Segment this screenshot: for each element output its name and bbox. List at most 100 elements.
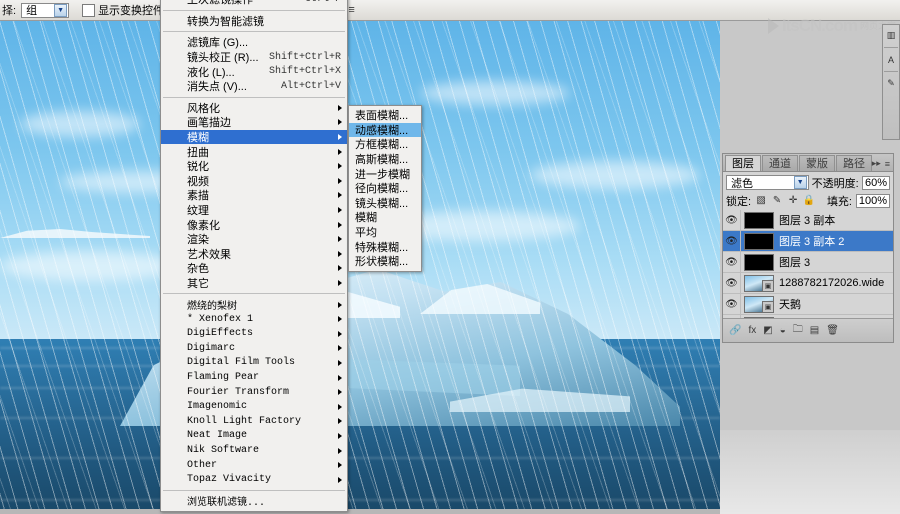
brush-preset-icon[interactable]: ✎ bbox=[884, 76, 899, 91]
menu-item-noise[interactable]: 杂色 bbox=[161, 261, 347, 276]
tab-masks[interactable]: 蒙版 bbox=[799, 155, 835, 171]
submenu-item-surface-blur[interactable]: 表面模糊... bbox=[349, 108, 421, 123]
menu-item-plugin-other[interactable]: Other bbox=[161, 458, 347, 473]
menu-item-plugin-knoll-light-factory[interactable]: Knoll Light Factory bbox=[161, 414, 347, 429]
fill-label: 填充: bbox=[826, 195, 852, 208]
submenu-item-lens-blur[interactable]: 镜头模糊... bbox=[349, 196, 421, 211]
menu-item-filter-gallery[interactable]: 滤镜库 (G)... bbox=[161, 35, 347, 50]
menu-item-plugin-digimarc[interactable]: Digimarc bbox=[161, 341, 347, 356]
opacity-input[interactable]: 60% bbox=[861, 175, 890, 190]
add-mask-icon[interactable]: ◩ bbox=[763, 325, 772, 336]
layer-style-icon[interactable]: fx bbox=[748, 325, 756, 336]
menu-item-plugin-burning-pear[interactable]: 燃绕的梨树 bbox=[161, 297, 347, 313]
menu-item-plugin-digital-film-tools[interactable]: Digital Film Tools bbox=[161, 356, 347, 371]
fill-input[interactable]: 100% bbox=[856, 193, 890, 208]
select-mode-dropdown[interactable]: 组 ▼ bbox=[21, 2, 70, 18]
submenu-item-gaussian-blur[interactable]: 高斯模糊... bbox=[349, 152, 421, 167]
menu-item-liquify[interactable]: 液化 (L)... Shift+Ctrl+X bbox=[161, 64, 347, 79]
submenu-item-smart-blur[interactable]: 特殊模糊... bbox=[349, 239, 421, 254]
blend-mode-dropdown[interactable]: 滤色 ▼ bbox=[726, 175, 809, 190]
menu-item-vanishing-point[interactable]: 消失点 (V)... Alt+Ctrl+V bbox=[161, 79, 347, 94]
layer-mask-icon[interactable]: ▣ bbox=[762, 300, 773, 312]
menu-item-plugin-neat-image[interactable]: Neat Image bbox=[161, 429, 347, 444]
menu-item-label: Topaz Vivacity bbox=[187, 474, 272, 486]
menu-item-distort[interactable]: 扭曲 bbox=[161, 144, 347, 159]
menu-item-sketch[interactable]: 素描 bbox=[161, 188, 347, 203]
new-layer-icon[interactable]: ▤ bbox=[810, 325, 819, 336]
menu-item-render[interactable]: 渲染 bbox=[161, 232, 347, 247]
link-layers-icon[interactable]: 🔗 bbox=[729, 325, 741, 336]
layer-thumbnail[interactable] bbox=[744, 211, 774, 229]
tab-layers[interactable]: 图层 bbox=[725, 155, 761, 171]
menu-item-browse-online-filters[interactable]: 浏览联机滤镜... bbox=[161, 494, 347, 509]
panel-menu-controls[interactable]: ▸▸ ≡ bbox=[872, 158, 890, 169]
submenu-item-motion-blur[interactable]: 动感模糊... bbox=[349, 122, 421, 138]
eye-icon[interactable]: 👁 bbox=[723, 210, 741, 230]
eye-icon[interactable]: 👁 bbox=[723, 294, 741, 314]
menu-item-plugin-xenofex[interactable]: * Xenofex 1 bbox=[161, 312, 347, 327]
new-group-icon[interactable]: 🗀 bbox=[793, 322, 803, 339]
layer-thumbnail[interactable] bbox=[744, 232, 774, 250]
adjustment-layer-icon[interactable]: ◒ bbox=[780, 325, 786, 336]
eye-icon[interactable]: 👁 bbox=[723, 252, 741, 272]
menu-item-convert-smart-filter[interactable]: 转换为智能滤镜 bbox=[161, 14, 347, 29]
layers-panel[interactable]: 图层 通道 蒙版 路径 ▸▸ ≡ 滤色 ▼ 不透明度: 60% 锁定: ▧ ✎ … bbox=[722, 153, 894, 343]
submenu-item-box-blur[interactable]: 方框模糊... bbox=[349, 137, 421, 152]
layer-row[interactable]: 👁 图层 3 bbox=[723, 252, 893, 273]
menu-item-plugin-nik-software[interactable]: Nik Software bbox=[161, 443, 347, 458]
menu-item-brush-strokes[interactable]: 画笔描边 bbox=[161, 115, 347, 130]
collapse-icon[interactable]: ▸▸ bbox=[872, 158, 881, 169]
layer-row[interactable]: 👁 图层 3 副本 2 bbox=[723, 231, 893, 252]
menu-item-video[interactable]: 视频 bbox=[161, 174, 347, 189]
lock-all-icon[interactable]: 🔒 bbox=[803, 195, 815, 207]
submenu-item-average[interactable]: 平均 bbox=[349, 225, 421, 240]
menu-item-plugin-topaz-vivacity[interactable]: Topaz Vivacity bbox=[161, 472, 347, 487]
lock-image-icon[interactable]: ✎ bbox=[771, 195, 783, 207]
eye-icon[interactable]: 👁 bbox=[723, 273, 741, 293]
menu-item-label: 液化 (L)... bbox=[187, 66, 235, 79]
menu-item-plugin-fourier-transform[interactable]: Fourier Transform bbox=[161, 385, 347, 400]
layer-mask-icon[interactable]: ▣ bbox=[762, 279, 773, 291]
cloud bbox=[20, 111, 140, 137]
layer-thumbnail[interactable] bbox=[744, 253, 774, 271]
menu-item-artistic[interactable]: 艺术效果 bbox=[161, 247, 347, 262]
submenu-item-shape-blur[interactable]: 形状模糊... bbox=[349, 254, 421, 269]
menu-item-stylize[interactable]: 风格化 bbox=[161, 101, 347, 116]
panel-menu-icon[interactable]: ≡ bbox=[885, 159, 890, 169]
layer-row[interactable]: 👁 图层 3 副本 bbox=[723, 210, 893, 231]
show-transform-controls-checkbox[interactable]: 显示变换控件 bbox=[82, 2, 164, 18]
layer-row[interactable]: 👁 ▣ 天鹅 bbox=[723, 294, 893, 315]
submenu-item-radial-blur[interactable]: 径向模糊... bbox=[349, 181, 421, 196]
layer-thumbnail[interactable]: ▣ bbox=[744, 295, 774, 313]
color-swatch-icon[interactable]: ▥ bbox=[884, 28, 899, 43]
menu-item-lens-correction[interactable]: 镜头校正 (R)... Shift+Ctrl+R bbox=[161, 50, 347, 65]
lock-transparent-icon[interactable]: ▧ bbox=[755, 195, 767, 207]
menu-item-last-filter[interactable]: 上次滤镜操作 Ctrl+F bbox=[161, 0, 347, 7]
menu-item-sharpen[interactable]: 锐化 bbox=[161, 159, 347, 174]
lock-position-icon[interactable]: ✛ bbox=[787, 195, 799, 207]
collapsed-panel-dock[interactable]: ▥ A ✎ bbox=[882, 24, 900, 140]
menu-item-other[interactable]: 其它 bbox=[161, 276, 347, 291]
blur-submenu[interactable]: 表面模糊... 动感模糊... 方框模糊... 高斯模糊... 进一步模糊 径向… bbox=[348, 105, 422, 272]
eye-icon[interactable]: 👁 bbox=[723, 231, 741, 251]
layer-row[interactable]: 👁 ▣ 1288782172026.wide bbox=[723, 273, 893, 294]
layer-list[interactable]: 👁 图层 3 副本 👁 图层 3 副本 2 👁 图层 3 👁 ▣ 1288782… bbox=[723, 210, 893, 318]
menu-item-pixelate[interactable]: 像素化 bbox=[161, 217, 347, 232]
menu-item-plugin-flaming-pear[interactable]: Flaming Pear bbox=[161, 370, 347, 385]
lock-row: 锁定: ▧ ✎ ✛ 🔒 填充: 100% bbox=[723, 191, 893, 209]
menu-item-plugin-imagenomic[interactable]: Imagenomic bbox=[161, 399, 347, 414]
tab-paths[interactable]: 路径 bbox=[836, 155, 872, 171]
layer-thumbnail[interactable]: ▣ bbox=[744, 274, 774, 292]
menu-item-plugin-digieffects[interactable]: DigiEffects bbox=[161, 326, 347, 341]
filter-menu[interactable]: 上次滤镜操作 Ctrl+F 转换为智能滤镜 滤镜库 (G)... 镜头校正 (R… bbox=[160, 0, 348, 512]
character-icon[interactable]: A bbox=[884, 52, 899, 67]
tab-channels[interactable]: 通道 bbox=[762, 155, 798, 171]
menu-item-label: Fourier Transform bbox=[187, 386, 290, 398]
submenu-item-blur[interactable]: 模糊 bbox=[349, 210, 421, 225]
menu-item-blur[interactable]: 模糊 bbox=[161, 129, 347, 145]
submenu-item-blur-more[interactable]: 进一步模糊 bbox=[349, 166, 421, 181]
menu-item-label: 风格化 bbox=[187, 102, 220, 115]
cloud bbox=[530, 161, 700, 189]
menu-item-texture[interactable]: 纹理 bbox=[161, 203, 347, 218]
delete-layer-icon[interactable]: 🗑 bbox=[826, 325, 839, 336]
